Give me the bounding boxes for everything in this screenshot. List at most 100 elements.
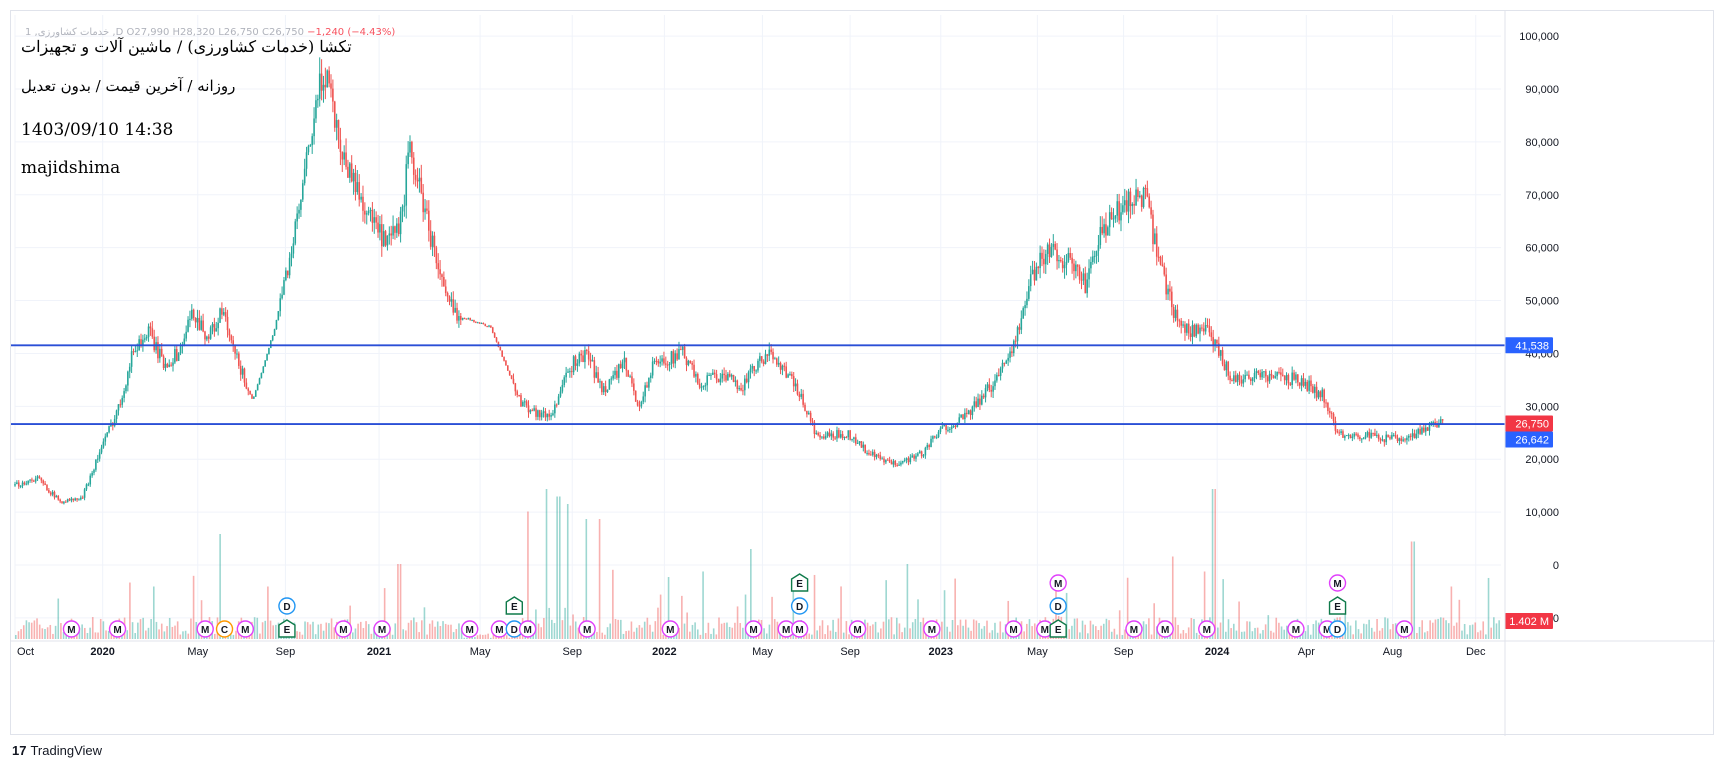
candle-body bbox=[1387, 434, 1389, 438]
candle-body bbox=[1402, 439, 1404, 441]
candle-body bbox=[683, 346, 686, 359]
volume-bar bbox=[301, 634, 304, 639]
candle-body bbox=[125, 385, 127, 392]
candle-body bbox=[713, 372, 716, 375]
time-axis-label: May bbox=[1027, 646, 1048, 658]
tradingview-logo[interactable]: 17 TradingView bbox=[12, 743, 102, 758]
candle-body bbox=[499, 346, 502, 351]
candle-body bbox=[791, 374, 793, 377]
candle-body bbox=[766, 354, 769, 356]
volume-bar bbox=[1174, 617, 1177, 639]
candle-body bbox=[949, 428, 951, 430]
candle-body bbox=[1005, 360, 1008, 364]
volume-bar bbox=[30, 622, 33, 639]
candle-body bbox=[659, 361, 661, 364]
event-marker-e: E bbox=[278, 619, 296, 638]
candle-body bbox=[164, 363, 167, 368]
candle-body bbox=[136, 350, 139, 352]
event-marker-letter: M bbox=[67, 625, 75, 636]
candle-body bbox=[330, 83, 332, 89]
candle-body bbox=[868, 452, 870, 455]
volume-bar bbox=[1487, 577, 1490, 639]
candle-body bbox=[548, 413, 550, 417]
candle-body bbox=[1234, 375, 1237, 382]
candle-body bbox=[975, 401, 977, 408]
volume-bar bbox=[15, 634, 17, 639]
candle-body bbox=[177, 353, 180, 361]
candle-body bbox=[1383, 439, 1386, 443]
candle-body bbox=[444, 286, 447, 294]
volume-bar bbox=[1116, 634, 1118, 639]
candle-body bbox=[332, 88, 334, 102]
candle-body bbox=[159, 348, 161, 359]
volume-bar bbox=[163, 631, 166, 639]
candle-body bbox=[1389, 437, 1391, 439]
candle-body bbox=[1366, 432, 1369, 436]
volume-bar bbox=[91, 617, 94, 639]
volume-bar bbox=[1278, 622, 1280, 639]
volume-bar bbox=[304, 621, 306, 639]
candle-body bbox=[902, 460, 904, 463]
candle-body bbox=[663, 358, 665, 364]
candle-body bbox=[999, 368, 1002, 376]
volume-bar bbox=[505, 635, 508, 639]
candle-body bbox=[1285, 374, 1288, 381]
volume-bar bbox=[620, 619, 622, 639]
volume-bar bbox=[726, 622, 728, 639]
candle-body bbox=[318, 73, 321, 99]
candle-body bbox=[322, 84, 325, 91]
event-marker-m: M bbox=[923, 620, 941, 638]
volume-bar bbox=[192, 575, 195, 639]
price-axis-label: 90,000 bbox=[1525, 84, 1559, 96]
volume-bar bbox=[566, 504, 569, 639]
candle-body bbox=[1268, 373, 1271, 382]
candle-body bbox=[206, 336, 208, 340]
volume-bar bbox=[1463, 623, 1466, 639]
candle-body bbox=[994, 380, 996, 387]
candle-body bbox=[907, 458, 910, 463]
volume-bar bbox=[694, 622, 696, 639]
candle-body bbox=[851, 439, 853, 441]
candle-body bbox=[806, 410, 808, 415]
candle-body bbox=[1300, 378, 1303, 386]
candle-body bbox=[66, 499, 69, 502]
candle-body bbox=[1061, 261, 1064, 269]
candle-body bbox=[1298, 382, 1301, 386]
candle-body bbox=[1039, 252, 1041, 269]
candle-body bbox=[903, 459, 906, 461]
candle-body bbox=[91, 472, 93, 476]
candle-body bbox=[25, 483, 28, 485]
volume-bar bbox=[641, 627, 643, 639]
candle-body bbox=[864, 444, 866, 454]
candle-body bbox=[796, 383, 799, 395]
candle-body bbox=[854, 437, 857, 444]
candle-body bbox=[1009, 351, 1011, 358]
candle-body bbox=[728, 373, 731, 377]
chart-canvas[interactable]: 100,00090,00080,00070,00060,00050,00040,… bbox=[11, 11, 1715, 736]
candle-body bbox=[16, 482, 18, 485]
event-marker-letter: M bbox=[113, 625, 121, 636]
volume-bar bbox=[476, 635, 479, 639]
candle-body bbox=[775, 358, 778, 365]
candle-body bbox=[463, 317, 466, 319]
candle-body bbox=[1148, 196, 1151, 208]
candle-body bbox=[1095, 250, 1098, 256]
volume-bar bbox=[1498, 620, 1500, 639]
event-marker-letter: C bbox=[221, 625, 228, 636]
candle-body bbox=[254, 390, 257, 397]
volume-bar bbox=[885, 580, 887, 639]
candle-body bbox=[301, 183, 304, 200]
volume-badge: 1.402 M bbox=[1505, 613, 1553, 629]
candle-body bbox=[1120, 212, 1122, 221]
candle-body bbox=[273, 329, 276, 336]
candle-body bbox=[379, 224, 381, 233]
volume-bar bbox=[736, 606, 739, 639]
candle-body bbox=[623, 357, 626, 363]
volume-bar bbox=[890, 617, 893, 639]
volume-bar bbox=[991, 630, 994, 639]
candle-body bbox=[264, 360, 266, 367]
volume-bar bbox=[558, 496, 561, 639]
chart-frame: 100,000 90,000 80,000 70,000 60,000 50,000 40,… bbox=[10, 10, 1715, 736]
event-marker-letter: M bbox=[1203, 625, 1211, 636]
candle-body bbox=[554, 404, 556, 414]
